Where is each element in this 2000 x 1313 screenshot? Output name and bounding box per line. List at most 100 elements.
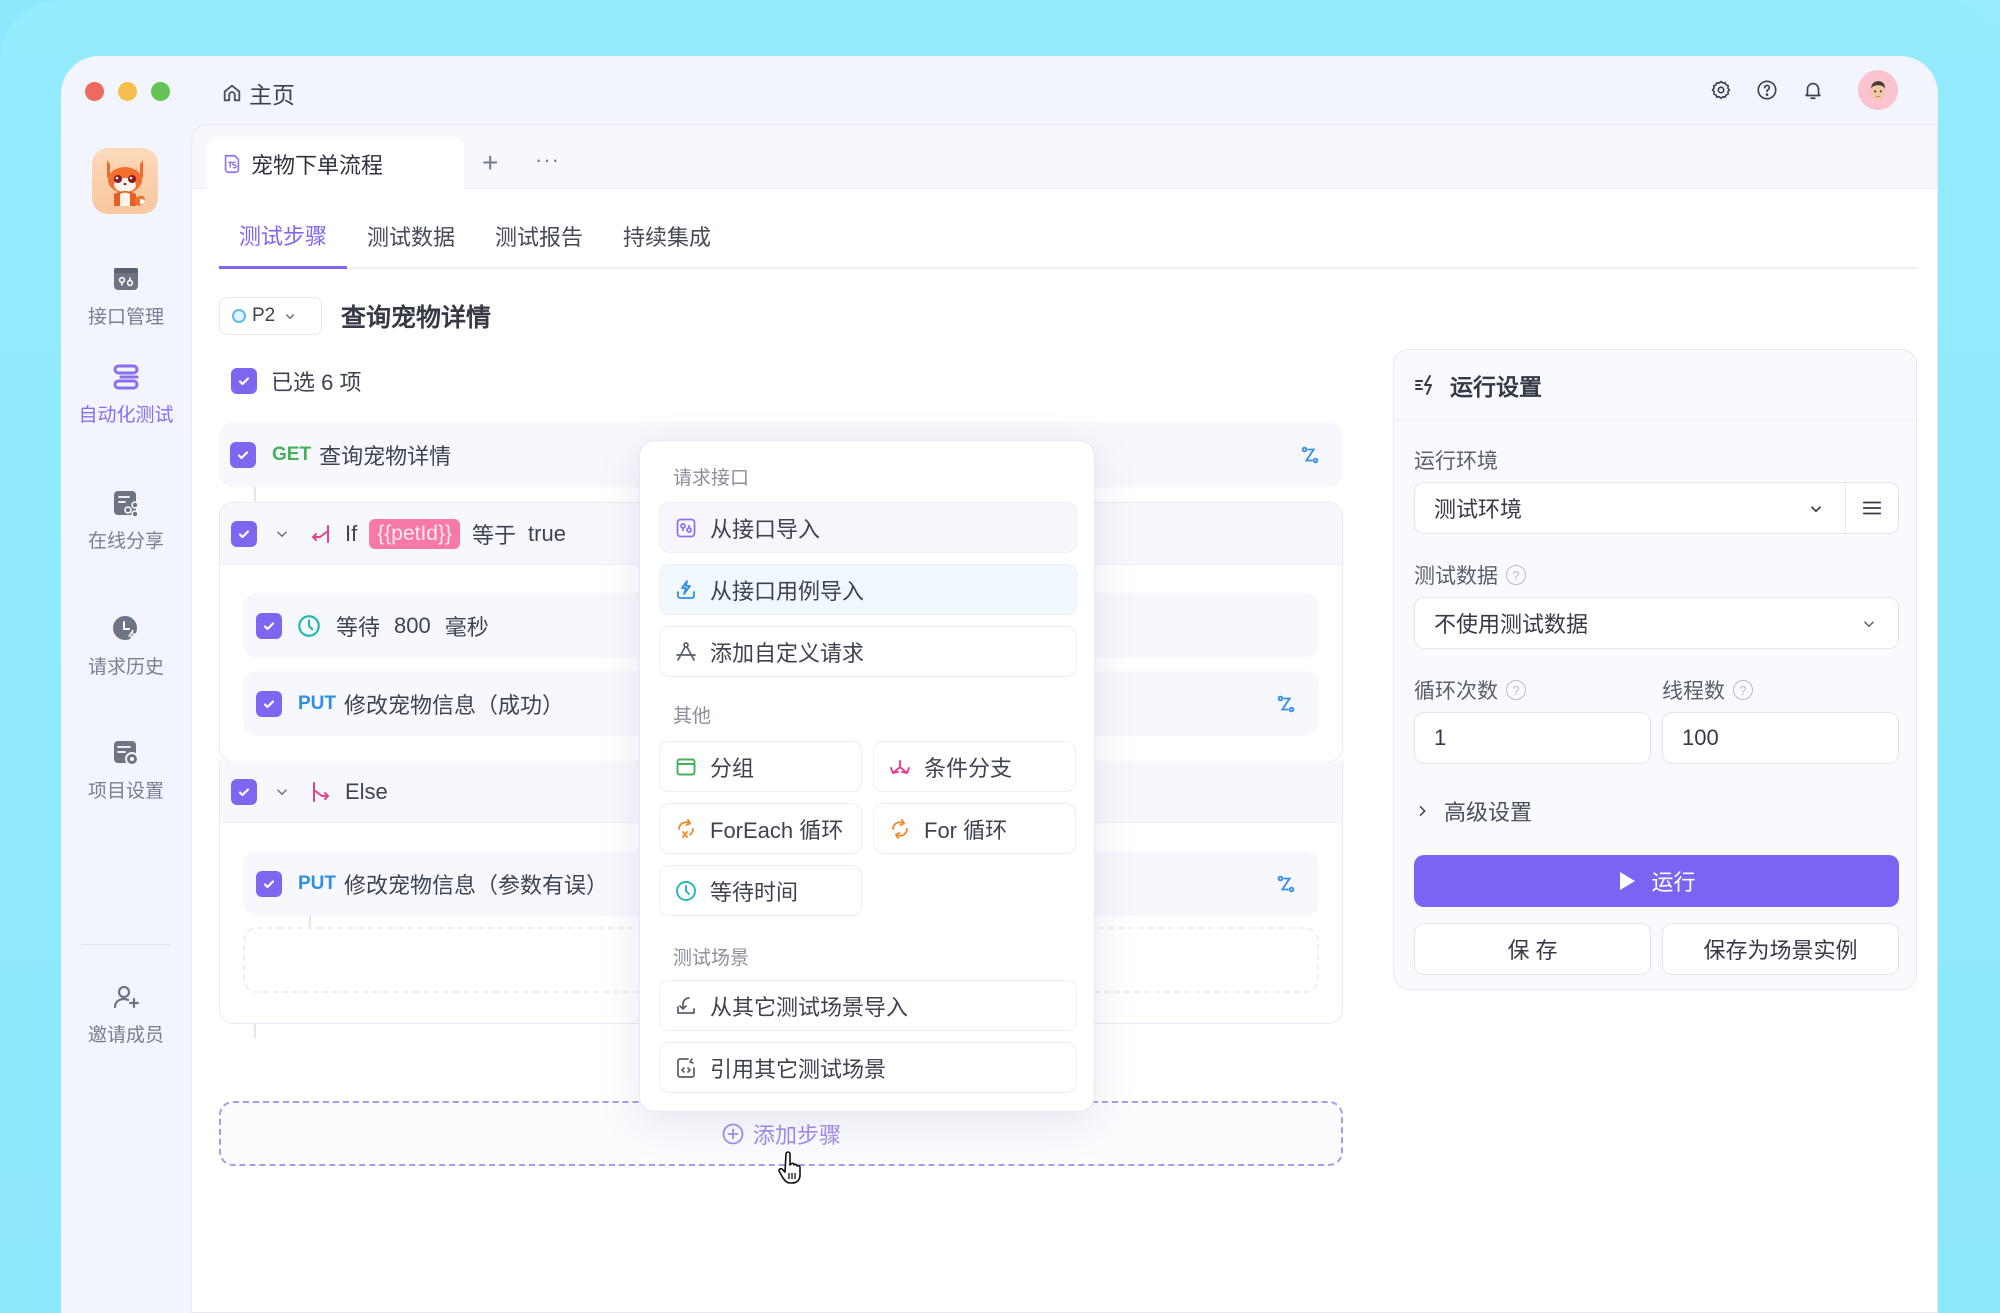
linked-api-icon[interactable]: [1299, 444, 1321, 466]
app-logo[interactable]: [92, 148, 158, 214]
add-step-menu: 请求接口 从接口导入 从接口用例导入 添加自定义请求 其他 分组 条件分支 Fo…: [639, 440, 1095, 1112]
save-button[interactable]: 保 存: [1414, 923, 1651, 975]
plus-circle-icon: [722, 1123, 744, 1144]
page-title[interactable]: 查询宠物详情: [341, 297, 491, 335]
method-badge: PUT: [298, 692, 336, 714]
more-tabs-button[interactable]: ···: [535, 147, 560, 173]
save-as-scenario-button[interactable]: 保存为场景实例: [1662, 923, 1899, 975]
help-tooltip-icon[interactable]: ?: [1506, 565, 1526, 585]
selected-count: 已选 6 项: [271, 370, 362, 395]
scenario-reference-icon: [677, 1057, 695, 1078]
env-select[interactable]: 测试环境: [1414, 482, 1899, 534]
add-tab-button[interactable]: +: [482, 149, 498, 177]
priority-dot-icon: [232, 309, 246, 323]
advanced-settings-label: 高级设置: [1444, 800, 1533, 825]
menu-item-group[interactable]: 分组: [659, 741, 862, 792]
wait-prefix: 等待: [336, 614, 381, 640]
linked-api-icon[interactable]: [1275, 873, 1297, 895]
help-tooltip-icon[interactable]: ?: [1506, 680, 1526, 700]
menu-item-import-from-api[interactable]: 从接口导入: [659, 502, 1077, 553]
group-icon: [676, 758, 696, 775]
app-window: 主页 接口管理 自动化测试 在线分享 请求历史 项目设置 邀请成员 宠物下单流程…: [61, 56, 1938, 1313]
menu-item-label: 条件分支: [924, 755, 1013, 781]
menu-item-add-custom-request[interactable]: 添加自定义请求: [659, 626, 1077, 677]
close-window-button[interactable]: [85, 82, 104, 101]
menu-lines-icon: [1862, 501, 1882, 515]
step-checkbox[interactable]: [230, 441, 256, 468]
avatar[interactable]: [1858, 70, 1898, 110]
condition-operator: 等于: [472, 522, 517, 548]
chevron-down-icon[interactable]: [273, 525, 291, 543]
wait-unit: 毫秒: [444, 614, 489, 640]
tab-pet-order-flow[interactable]: 宠物下单流程: [207, 137, 464, 190]
help-icon[interactable]: [1756, 79, 1778, 101]
else-branch-icon: [313, 781, 329, 802]
automation-icon: [113, 364, 139, 390]
thread-count-input[interactable]: 100: [1662, 712, 1899, 764]
step-checkbox[interactable]: [256, 870, 282, 897]
help-tooltip-icon[interactable]: ?: [1733, 680, 1753, 700]
menu-item-label: 分组: [710, 755, 755, 781]
sidebar-item-automation-testing[interactable]: 自动化测试: [61, 362, 191, 427]
menu-group-title: 请求接口: [673, 468, 750, 489]
minimize-window-button[interactable]: [118, 82, 137, 101]
clock-icon: [298, 614, 320, 637]
tab-test-data[interactable]: 测试数据: [347, 203, 475, 269]
tab-test-report[interactable]: 测试报告: [475, 203, 603, 269]
foreach-icon: [678, 818, 694, 838]
menu-item-import-from-api-case[interactable]: 从接口用例导入: [659, 564, 1077, 615]
menu-item-label: 等待时间: [710, 879, 799, 905]
tab-continuous-integration[interactable]: 持续集成: [603, 203, 731, 269]
tab-test-steps[interactable]: 测试步骤: [219, 203, 348, 269]
menu-item-foreach-loop[interactable]: ForEach 循环: [659, 803, 862, 854]
avatar-face-icon: [1871, 81, 1885, 100]
gear-icon[interactable]: [1710, 79, 1732, 101]
home-link[interactable]: 主页: [221, 76, 295, 110]
step-checkbox[interactable]: [256, 612, 282, 639]
sidebar-item-project-settings[interactable]: 项目设置: [61, 738, 191, 803]
add-step-label: 添加步骤: [752, 1122, 841, 1148]
scenario-import-icon: [677, 996, 695, 1014]
select-all-row[interactable]: 已选 6 项: [231, 365, 361, 397]
connector-line: [254, 487, 256, 503]
sidebar-item-invite-members[interactable]: 邀请成员: [61, 982, 191, 1047]
wait-value[interactable]: 800: [394, 613, 431, 639]
sidebar: 接口管理 自动化测试 在线分享 请求历史 项目设置 邀请成员: [61, 124, 191, 1313]
select-all-checkbox[interactable]: [231, 368, 257, 394]
test-data-select[interactable]: 不使用测试数据: [1414, 597, 1899, 649]
env-value: 测试环境: [1434, 497, 1523, 522]
chevron-right-icon: [1419, 805, 1426, 817]
sidebar-item-online-share[interactable]: 在线分享: [61, 488, 191, 553]
priority-select[interactable]: P2: [219, 297, 322, 335]
step-checkbox[interactable]: [256, 690, 282, 717]
tab-label: 宠物下单流程: [251, 152, 384, 178]
run-settings-icon: [1415, 374, 1432, 395]
menu-item-wait-time[interactable]: 等待时间: [659, 865, 862, 916]
menu-item-for-loop[interactable]: For 循环: [873, 803, 1076, 854]
menu-item-label: 添加自定义请求: [710, 640, 865, 666]
chevron-down-icon: [1810, 506, 1822, 513]
sidebar-item-label: 接口管理: [87, 307, 164, 328]
invite-member-icon: [113, 985, 140, 1009]
play-icon: [1620, 872, 1636, 890]
loop-count-input[interactable]: 1: [1414, 712, 1651, 764]
variable-token[interactable]: {{petId}}: [369, 518, 460, 549]
sidebar-item-request-history[interactable]: 请求历史: [61, 614, 191, 679]
maximize-window-button[interactable]: [151, 82, 170, 101]
advanced-settings-toggle[interactable]: 高级设置: [1414, 795, 1532, 827]
menu-item-conditional-branch[interactable]: 条件分支: [873, 741, 1076, 792]
env-label: 运行环境: [1414, 450, 1498, 473]
chevron-down-icon: [1863, 621, 1875, 628]
sidebar-item-api-management[interactable]: 接口管理: [61, 264, 191, 329]
step-name: 修改宠物信息（成功）: [344, 692, 565, 718]
step-checkbox[interactable]: [231, 520, 257, 547]
run-button[interactable]: 运行: [1414, 855, 1899, 907]
step-checkbox[interactable]: [231, 778, 257, 805]
chevron-down-icon[interactable]: [273, 783, 291, 801]
bell-icon[interactable]: [1802, 79, 1824, 101]
sidebar-item-label: 自动化测试: [78, 405, 174, 426]
env-manage-button[interactable]: [1845, 483, 1898, 533]
linked-api-icon[interactable]: [1275, 693, 1297, 715]
menu-item-import-scenario[interactable]: 从其它测试场景导入: [659, 980, 1077, 1031]
menu-item-reference-scenario[interactable]: 引用其它测试场景: [659, 1042, 1077, 1093]
